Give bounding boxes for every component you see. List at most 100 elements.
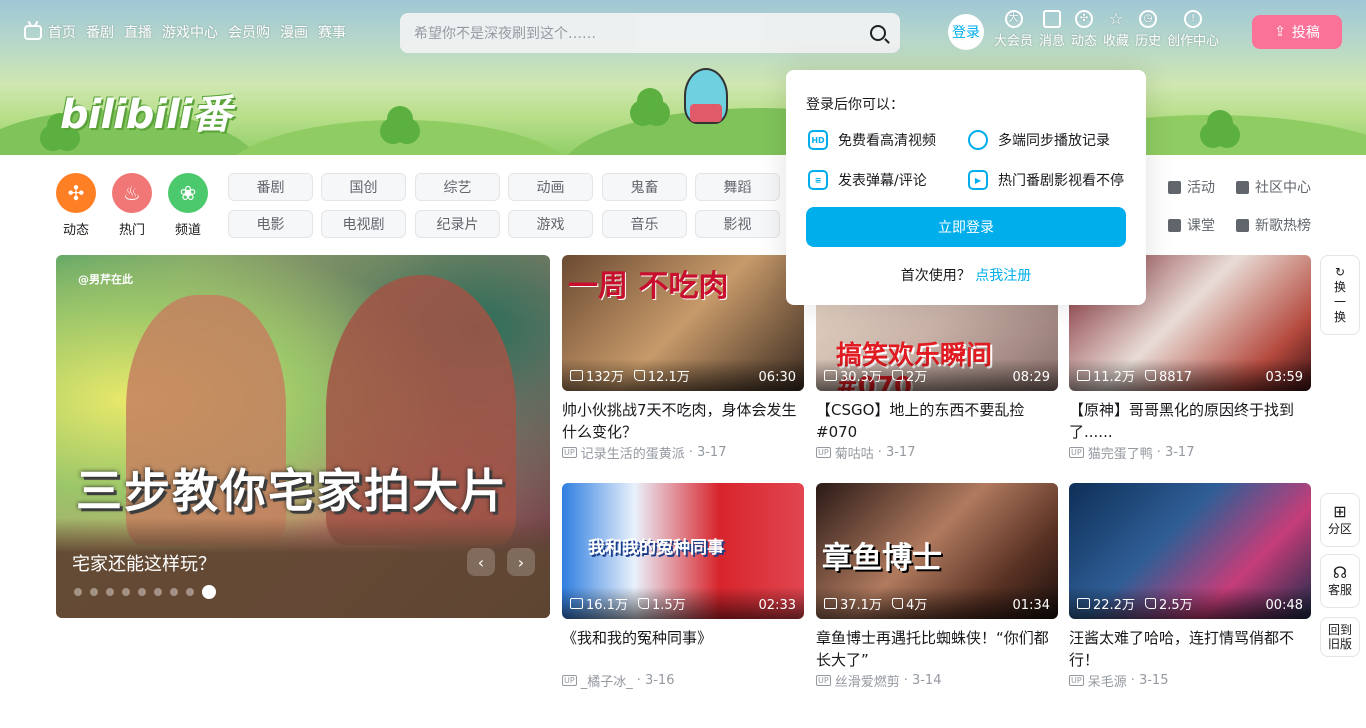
zone-label: 分区 — [1327, 521, 1352, 536]
nav-game-center[interactable]: 游戏中心 — [162, 22, 218, 42]
vip-button[interactable]: 大大会员 — [994, 10, 1033, 49]
video-card[interactable]: 一周 不吃肉 132万 12.1万 06:30 帅小伙挑战7天不吃肉，身体会发生什么… — [562, 255, 804, 462]
video-author[interactable]: _橘子冰_ — [581, 671, 633, 690]
customer-service-button[interactable]: ☊ 客服 — [1320, 554, 1360, 608]
register-line: 首次使用？ 点我注册 — [786, 265, 1146, 285]
dynamics-label: 动态 — [1071, 34, 1098, 49]
favorites-button[interactable]: ☆ 收藏 — [1103, 10, 1129, 50]
refresh-button[interactable]: ↻ 换一换 — [1320, 255, 1360, 335]
video-author[interactable]: 记录生活的蛋黄派 — [581, 443, 685, 462]
classroom-icon — [1168, 218, 1181, 232]
nav-shop[interactable]: 会员购 — [228, 22, 270, 42]
carousel-next-button[interactable]: › — [507, 548, 535, 576]
pill-anime[interactable]: 番剧 — [228, 173, 313, 201]
pill-guochuang[interactable]: 国创 — [321, 173, 406, 201]
video-duration: 03:59 — [1265, 370, 1303, 385]
like-icon — [637, 598, 649, 609]
video-title[interactable]: 【原神】哥哥黑化的原因终于找到了...... — [1069, 399, 1311, 443]
video-card[interactable]: 章鱼博士 37.1万 4万 01:34 章鱼博士再遇托比蜘蛛侠！“你们都长大了” U… — [816, 483, 1058, 690]
pill-music[interactable]: 音乐 — [602, 210, 687, 238]
pill-tv[interactable]: 电视剧 — [321, 210, 406, 238]
carousel-dot-active[interactable] — [202, 585, 216, 599]
upload-label: 投稿 — [1291, 25, 1320, 41]
search-placeholder: 希望你不是深夜刷到这个…… — [414, 26, 596, 42]
video-title[interactable]: 汪酱太难了哈哈，连打情骂俏都不行！ — [1069, 627, 1311, 671]
carousel-prev-button[interactable]: ‹ — [467, 548, 495, 576]
link-new-songs[interactable]: 新歌热榜 — [1236, 215, 1311, 235]
like-icon — [891, 370, 903, 381]
video-title[interactable]: 章鱼博士再遇托比蜘蛛侠！“你们都长大了” — [816, 627, 1058, 671]
list-icon: ≡ — [808, 170, 828, 190]
link-classroom[interactable]: 课堂 — [1168, 215, 1215, 235]
pill-kichiku[interactable]: 鬼畜 — [602, 173, 687, 201]
carousel-dot[interactable] — [154, 588, 162, 596]
pill-animation[interactable]: 动画 — [508, 173, 593, 201]
login-avatar-button[interactable]: 登录 — [948, 14, 984, 50]
carousel-dot[interactable] — [138, 588, 146, 596]
category-dynamics[interactable]: ✣ 动态 — [56, 173, 96, 238]
play-icon — [824, 598, 837, 609]
community-icon — [1236, 180, 1249, 194]
login-now-button[interactable]: 立即登录 — [806, 207, 1126, 247]
feature-anime-label: 热门番剧影视看不停 — [998, 173, 1124, 189]
pill-documentary[interactable]: 纪录片 — [415, 210, 500, 238]
carousel-dot[interactable] — [90, 588, 98, 596]
feature-sync-history-label: 多端同步播放记录 — [998, 133, 1110, 149]
video-thumbnail[interactable]: 一周 不吃肉 132万 12.1万 06:30 — [562, 255, 804, 391]
zone-button[interactable]: ⊞ 分区 — [1320, 493, 1360, 547]
video-title[interactable]: 【CSGO】地上的东西不要乱捡 #070 — [816, 399, 1058, 443]
video-title[interactable]: 《我和我的冤种同事》 — [562, 627, 804, 671]
headset-icon: ☊ — [1332, 562, 1348, 582]
nav-events[interactable]: 赛事 — [318, 22, 346, 42]
search-input[interactable]: 希望你不是深夜刷到这个…… — [400, 13, 900, 53]
video-title[interactable]: 帅小伙挑战7天不吃肉，身体会发生什么变化？ — [562, 399, 804, 443]
video-thumbnail[interactable]: 22.2万 2.5万 00:48 — [1069, 483, 1311, 619]
pill-dance[interactable]: 舞蹈 — [695, 173, 780, 201]
clock-icon — [968, 130, 988, 150]
video-duration: 06:30 — [758, 370, 796, 385]
like-count: 8817 — [1144, 370, 1192, 385]
history-button[interactable]: ◷ 历史 — [1135, 10, 1161, 49]
dynamics-button[interactable]: ✣ 动态 — [1071, 10, 1097, 49]
carousel-caption[interactable]: 宅家还能这样玩？ — [72, 550, 216, 576]
register-link[interactable]: 点我注册 — [975, 268, 1031, 284]
popup-heading: 登录后你可以： — [806, 97, 904, 113]
channels-icon: ❀ — [168, 173, 208, 213]
video-author[interactable]: 丝滑爱燃剪 — [835, 671, 900, 690]
video-thumbnail[interactable]: 章鱼博士 37.1万 4万 01:34 — [816, 483, 1058, 619]
carousel-dot[interactable] — [170, 588, 178, 596]
upload-button[interactable]: ⇪ 投稿 — [1252, 15, 1342, 49]
hero-carousel[interactable]: @男芹在此 三步教你宅家拍大片 宅家还能这样玩？ ‹ › — [56, 255, 550, 618]
video-author[interactable]: 呆毛源 — [1088, 671, 1127, 690]
pill-film[interactable]: 影视 — [695, 210, 780, 238]
nav-live[interactable]: 直播 — [124, 22, 152, 42]
video-author[interactable]: 菊咕咕 — [835, 443, 874, 462]
carousel-dot[interactable] — [74, 588, 82, 596]
video-card[interactable]: 22.2万 2.5万 00:48 汪酱太难了哈哈，连打情骂俏都不行！ UP 呆毛源 · … — [1069, 483, 1311, 690]
category-hot[interactable]: ♨ 热门 — [112, 173, 152, 238]
view-count: 132万 — [570, 366, 624, 385]
pill-game[interactable]: 游戏 — [508, 210, 593, 238]
carousel-dot[interactable] — [106, 588, 114, 596]
category-channels[interactable]: ❀ 频道 — [168, 173, 208, 238]
messages-button[interactable]: 消息 — [1039, 10, 1065, 49]
video-card[interactable]: 我和我的冤种同事 16.1万 1.5万 02:33 《我和我的冤种同事》 UP _橘子… — [562, 483, 804, 690]
pill-variety[interactable]: 综艺 — [415, 173, 500, 201]
header-banner: 首页 番剧 直播 游戏中心 会员购 漫画 赛事 希望你不是深夜刷到这个…… 登录… — [0, 0, 1366, 155]
link-activities[interactable]: 活动 — [1168, 177, 1215, 197]
carousel-dot[interactable] — [122, 588, 130, 596]
nav-home[interactable]: 首页 — [48, 22, 76, 42]
creator-center-button[interactable]: ! 创作中心 — [1167, 10, 1219, 49]
video-author[interactable]: 猫完蛋了鸭 — [1088, 443, 1153, 462]
carousel-dot[interactable] — [186, 588, 194, 596]
pill-movie[interactable]: 电影 — [228, 210, 313, 238]
nav-anime[interactable]: 番剧 — [86, 22, 114, 42]
search-icon[interactable] — [870, 25, 886, 41]
bilibili-logo[interactable]: bilibili番 — [60, 82, 232, 140]
video-thumbnail[interactable]: 我和我的冤种同事 16.1万 1.5万 02:33 — [562, 483, 804, 619]
view-count: 22.2万 — [1077, 594, 1135, 613]
nav-manga[interactable]: 漫画 — [280, 22, 308, 42]
category-dynamics-label: 动态 — [62, 223, 89, 238]
link-community[interactable]: 社区中心 — [1236, 177, 1311, 197]
old-version-button[interactable]: 回到旧版 — [1320, 617, 1360, 657]
